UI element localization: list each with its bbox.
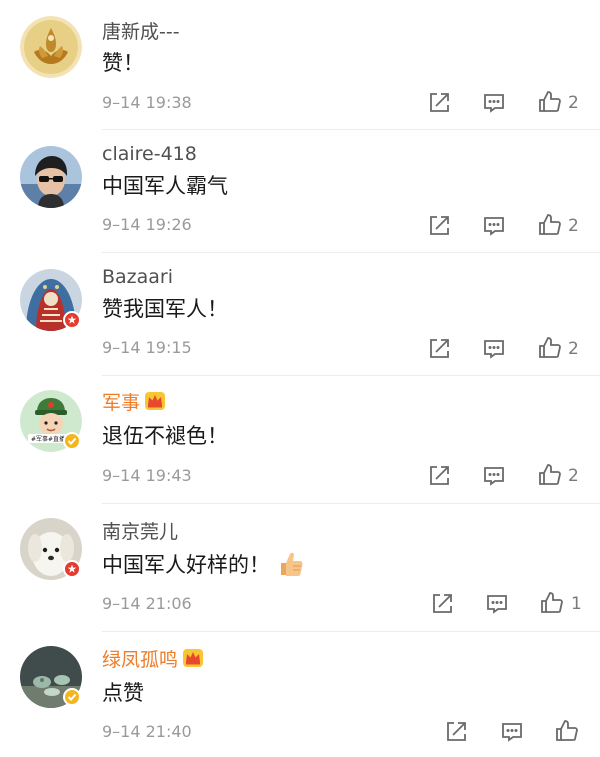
comment-icon[interactable] (500, 720, 524, 744)
username[interactable]: Bazaari (102, 265, 173, 289)
comment-icon[interactable] (482, 337, 506, 361)
comment-text: 退伍不褪色！ (102, 424, 228, 448)
timestamp: 9–14 19:43 (102, 466, 192, 485)
like-icon[interactable] (538, 463, 562, 487)
timestamp: 9–14 19:26 (102, 215, 192, 234)
comment-list: 唐新成--- 赞！ 9–14 19:38 2 claire-418 中国军人霸气… (0, 0, 600, 757)
like-icon[interactable] (540, 591, 564, 615)
comment-text: 中国军人霸气 (102, 174, 228, 198)
share-icon[interactable] (427, 214, 451, 238)
avatar-person-sunglasses[interactable] (20, 146, 82, 208)
username-vip[interactable]: 绿凤孤鸣 (102, 648, 204, 674)
comment-item: 唐新成--- 赞！ 9–14 19:38 2 (0, 0, 600, 130)
like-count: 2 (568, 216, 579, 236)
comment-item: 绿凤孤鸣 点赞 9–14 21:40 (0, 632, 600, 757)
comment-item: #军事#直播厅 军事 退伍不褪色！ 9–14 19:43 2 (0, 376, 600, 504)
thumbs-up-emoji-icon (278, 550, 304, 585)
comment-icon[interactable] (482, 91, 506, 115)
comment-text: 点赞 (102, 681, 144, 705)
avatar-lotus-buddha[interactable] (20, 16, 82, 78)
verified-badge-red (63, 311, 81, 329)
comment-item: Bazaari 赞我国军人！ 9–14 19:15 2 (0, 253, 600, 376)
like-count: 2 (568, 466, 579, 486)
timestamp: 9–14 19:15 (102, 338, 192, 357)
like-count: 2 (568, 93, 579, 113)
comment-item: claire-418 中国军人霸气 9–14 19:26 2 (0, 130, 600, 253)
share-icon[interactable] (430, 592, 454, 616)
verified-badge-gold (63, 432, 81, 450)
username[interactable]: 南京莞儿 (102, 520, 178, 544)
comment-text: 赞我国军人！ (102, 297, 228, 321)
username-text[interactable]: 军事 (102, 392, 140, 414)
share-icon[interactable] (427, 91, 451, 115)
comment-icon[interactable] (482, 464, 506, 488)
username-text[interactable]: 绿凤孤鸣 (102, 649, 178, 671)
verified-badge-gold (63, 688, 81, 706)
comment-text-body: 中国军人好样的！ (102, 553, 270, 577)
comment-text: 赞！ (102, 51, 144, 75)
comment-item: 南京莞儿 中国军人好样的！ 9–14 21:06 1 (0, 504, 600, 632)
comment-text: 中国军人好样的！ (102, 550, 304, 585)
like-icon[interactable] (555, 719, 579, 743)
share-icon[interactable] (427, 464, 451, 488)
vip-crown-icon (144, 391, 166, 417)
timestamp: 9–14 21:06 (102, 594, 192, 613)
comment-icon[interactable] (485, 592, 509, 616)
vip-crown-icon (182, 648, 204, 674)
like-count: 1 (571, 594, 582, 614)
like-count: 2 (568, 339, 579, 359)
comment-icon[interactable] (482, 214, 506, 238)
like-icon[interactable] (538, 336, 562, 360)
verified-badge-red (63, 560, 81, 578)
timestamp: 9–14 19:38 (102, 93, 192, 112)
timestamp: 9–14 21:40 (102, 722, 192, 741)
username-vip[interactable]: 军事 (102, 391, 166, 417)
share-icon[interactable] (444, 720, 468, 744)
like-icon[interactable] (538, 90, 562, 114)
share-icon[interactable] (427, 337, 451, 361)
username[interactable]: 唐新成--- (102, 20, 180, 44)
username[interactable]: claire-418 (102, 142, 197, 166)
like-icon[interactable] (538, 213, 562, 237)
